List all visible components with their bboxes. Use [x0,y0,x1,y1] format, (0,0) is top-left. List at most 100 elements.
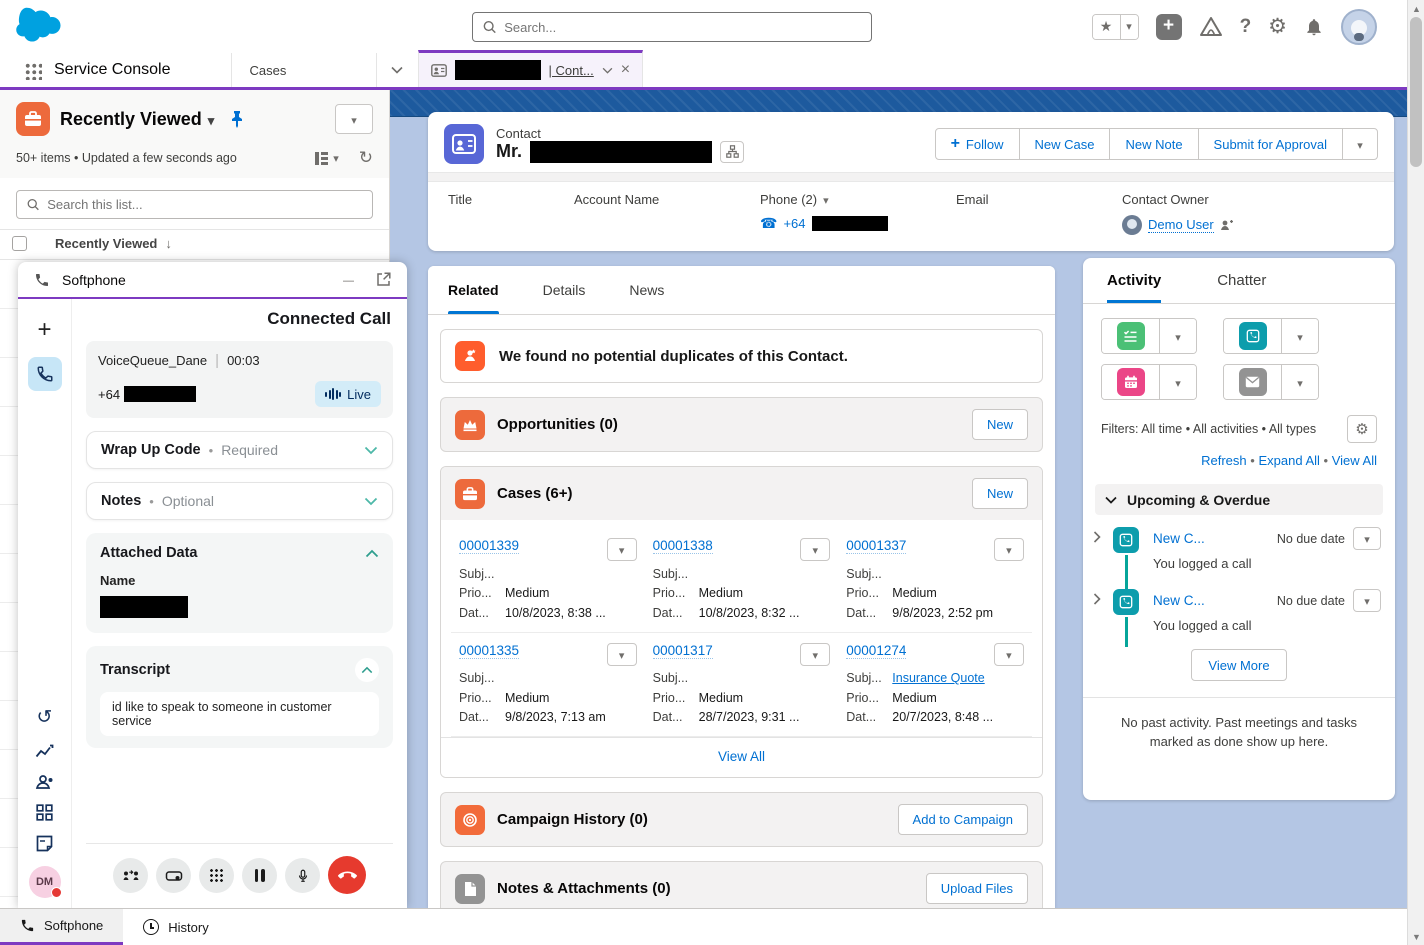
notifications-bell-icon[interactable] [1304,16,1324,38]
list-search-input[interactable] [47,197,362,212]
nav-tab-cases-caret[interactable] [376,53,418,87]
new-event-button[interactable] [1102,365,1160,399]
activity-filter-gear-icon[interactable]: ⚙ [1347,415,1377,443]
expand-all-link[interactable]: Expand All [1258,453,1319,468]
add-call-icon[interactable]: + [28,313,62,347]
nav-tab-cases[interactable]: Cases [231,53,376,87]
app-launcher-waffle-icon[interactable] [24,62,42,80]
new-task-button[interactable] [1102,319,1160,353]
task-title-link[interactable]: New C... [1153,593,1205,608]
log-call-button[interactable] [1224,319,1282,353]
case-number-link[interactable]: 00001339 [459,538,519,554]
case-subject-link[interactable]: Insurance Quote [892,671,984,685]
new-opportunity-button[interactable]: New [972,409,1028,440]
agents-icon[interactable] [35,774,55,790]
scrollbar-thumb[interactable] [1410,17,1422,167]
list-view-title[interactable]: Recently Viewed [60,109,214,130]
refresh-link[interactable]: Refresh [1201,453,1247,468]
upload-files-button[interactable]: Upload Files [926,873,1028,904]
nav-tab-contact[interactable]: | Cont... [418,50,644,87]
select-all-checkbox[interactable] [12,236,27,251]
new-note-button[interactable]: New Note [1109,128,1198,160]
device-icon[interactable] [156,858,191,893]
wrapup-code-section[interactable]: Wrap Up Code • Required [86,431,393,469]
view-all-link[interactable]: View All [1332,453,1377,468]
call-history-icon[interactable]: ↺ [37,706,53,729]
new-case-button[interactable]: New Case [1019,128,1111,160]
log-call-caret[interactable] [1282,319,1318,353]
case-number-link[interactable]: 00001335 [459,643,519,659]
chevron-down-icon[interactable] [823,192,829,207]
phone-link[interactable]: +64 [783,216,805,231]
case-actions-button[interactable] [607,538,637,561]
email-button[interactable] [1224,365,1282,399]
task-actions-button[interactable] [1353,589,1381,612]
chevron-up-icon[interactable] [365,549,379,558]
chevron-right-icon[interactable] [1093,531,1101,543]
case-number-link[interactable]: 00001338 [653,538,713,554]
scroll-up-arrow[interactable]: ▲ [1408,0,1424,17]
cases-view-all-link[interactable]: View All [718,749,765,764]
hierarchy-icon[interactable] [720,141,744,163]
display-as-icon[interactable] [314,151,339,166]
tab-news[interactable]: News [629,266,664,314]
case-number-link[interactable]: 00001317 [653,643,713,659]
active-call-phone-icon[interactable] [28,357,62,391]
trailhead-icon[interactable] [1199,16,1223,38]
utility-softphone-tab[interactable]: Softphone [0,909,123,945]
case-number-link[interactable]: 00001337 [846,538,906,554]
minimize-icon[interactable] [343,272,354,287]
submit-for-approval-button[interactable]: Submit for Approval [1198,128,1343,160]
case-actions-button[interactable] [800,538,830,561]
popout-icon[interactable] [376,272,391,287]
tab-chatter[interactable]: Chatter [1217,258,1266,303]
new-event-caret[interactable] [1160,365,1196,399]
tab-related[interactable]: Related [448,266,499,314]
notes-section[interactable]: Notes • Optional [86,482,393,520]
favorites-caret[interactable] [1121,15,1138,39]
case-actions-button[interactable] [994,538,1024,561]
case-actions-button[interactable] [800,643,830,666]
email-caret[interactable] [1282,365,1318,399]
global-search[interactable] [472,12,872,42]
view-more-button[interactable]: View More [1191,649,1286,681]
transfer-icon[interactable] [113,858,148,893]
case-number-link[interactable]: 00001274 [846,643,906,659]
chevron-up-icon[interactable] [355,658,379,682]
favorites-control[interactable]: ★ [1092,14,1139,40]
notes-card-icon[interactable] [36,835,53,852]
task-actions-button[interactable] [1353,527,1381,550]
global-search-input[interactable] [504,20,861,35]
task-title-link[interactable]: New C... [1153,531,1205,546]
more-actions-button[interactable] [1342,128,1378,160]
refresh-icon[interactable] [359,148,373,168]
tab-activity[interactable]: Activity [1107,258,1161,303]
analytics-icon[interactable] [35,743,55,760]
help-icon[interactable]: ? [1240,16,1252,38]
utility-history-tab[interactable]: History [123,909,228,945]
tab-details[interactable]: Details [543,266,586,314]
case-actions-button[interactable] [994,643,1024,666]
dialpad-icon[interactable] [199,858,234,893]
follow-button[interactable]: +Follow [935,128,1020,160]
agent-avatar[interactable]: DM [29,866,61,898]
scroll-down-arrow[interactable]: ▼ [1408,928,1424,945]
change-owner-icon[interactable] [1220,219,1234,232]
case-actions-button[interactable] [607,643,637,666]
new-case-button[interactable]: New [972,478,1028,509]
user-avatar[interactable] [1341,9,1377,45]
global-actions-plus-icon[interactable]: + [1156,14,1182,40]
column-header-recently-viewed[interactable]: Recently Viewed [55,236,172,251]
pause-icon[interactable] [242,858,277,893]
upcoming-overdue-section[interactable]: Upcoming & Overdue [1095,484,1383,515]
chevron-right-icon[interactable] [1093,593,1101,605]
new-task-caret[interactable] [1160,319,1196,353]
close-icon[interactable] [621,61,630,79]
chevron-down-icon[interactable] [602,67,613,74]
setup-gear-icon[interactable]: ⚙ [1268,14,1287,39]
apps-grid-icon[interactable] [36,804,53,821]
owner-link[interactable]: Demo User [1148,217,1214,233]
add-to-campaign-button[interactable]: Add to Campaign [898,804,1028,835]
mic-icon[interactable] [285,858,320,893]
pin-icon[interactable] [230,110,244,128]
